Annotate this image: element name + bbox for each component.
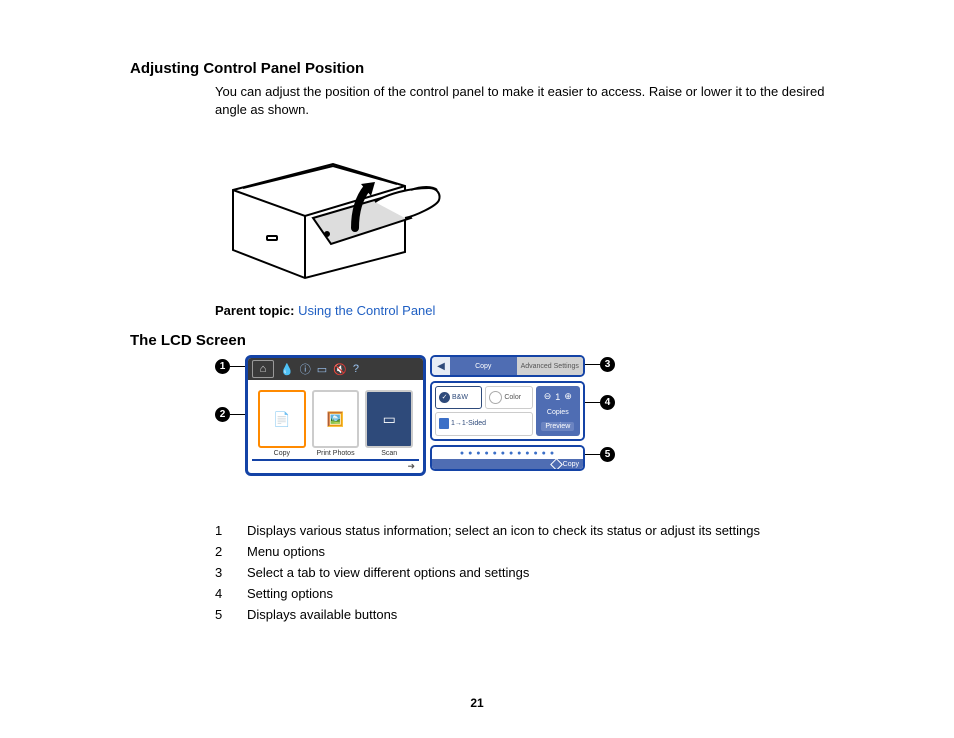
copy-button-label: Copy xyxy=(563,461,579,468)
info-icon: ⓘ xyxy=(300,361,311,377)
ink-icon: 💧 xyxy=(280,363,294,376)
back-icon: ◀ xyxy=(432,357,450,375)
legend-num: 1 xyxy=(215,520,247,541)
callout-5: 5 xyxy=(600,447,615,462)
tab-advanced: Advanced Settings xyxy=(517,357,584,375)
lcd-button-bar: ● ● ● ● ● ● ● ● ● ● ● ● Copy xyxy=(430,445,585,471)
option-sided-label: 1→1-Sided xyxy=(451,420,486,427)
legend-num: 2 xyxy=(215,541,247,562)
tab-copy: Copy xyxy=(450,357,517,375)
callout-3: 3 xyxy=(600,357,615,372)
device-icon: ▭ xyxy=(317,363,327,376)
diamond-icon xyxy=(550,458,563,471)
home-icon: ⌂ xyxy=(252,360,274,378)
parent-topic-link[interactable]: Using the Control Panel xyxy=(298,303,435,318)
lcd-home-screen: ⌂ 💧 ⓘ ▭ 🔇 ? 📄 🖼️ ▭ Copy Print Photos Sca… xyxy=(245,355,426,476)
legend-text: Select a tab to view different options a… xyxy=(247,562,772,583)
help-icon: ? xyxy=(353,363,359,375)
document-icon xyxy=(439,418,449,429)
option-sided: 1→1-Sided xyxy=(435,412,533,437)
callout-5-line xyxy=(585,454,600,455)
parent-topic: Parent topic: Using the Control Panel xyxy=(215,303,874,318)
option-color-label: Color xyxy=(504,394,521,401)
scroll-hint-icon: ➜ xyxy=(248,461,423,474)
label-print-photos: Print Photos xyxy=(312,450,360,457)
section-heading-lcd: The LCD Screen xyxy=(130,332,874,349)
copies-label: Copies xyxy=(547,409,569,416)
legend-row: 2Menu options xyxy=(215,541,772,562)
option-bw-label: B&W xyxy=(452,394,468,401)
legend-row: 5Displays available buttons xyxy=(215,604,772,625)
lcd-settings-panel: ✓ B&W Color 1→1-Sided xyxy=(430,381,585,441)
parent-topic-label: Parent topic: xyxy=(215,303,294,318)
plus-icon: ⊕ xyxy=(564,391,572,402)
section-body-adjusting: You can adjust the position of the contr… xyxy=(215,83,855,118)
tile-print-photos: 🖼️ xyxy=(312,390,360,448)
legend-num: 5 xyxy=(215,604,247,625)
legend-row: 1Displays various status information; se… xyxy=(215,520,772,541)
check-icon: ✓ xyxy=(439,392,450,403)
minus-icon: ⊖ xyxy=(544,391,552,402)
tile-scan: ▭ xyxy=(365,390,413,448)
label-copy: Copy xyxy=(258,450,306,457)
status-bar: ⌂ 💧 ⓘ ▭ 🔇 ? xyxy=(248,358,423,380)
lcd-tab-bar: ◀ Copy Advanced Settings xyxy=(430,355,585,377)
page-number: 21 xyxy=(0,696,954,710)
lcd-diagram: 1 2 ⌂ 💧 ⓘ ▭ 🔇 ? 📄 🖼️ ▭ Copy xyxy=(215,355,615,495)
callout-2: 2 xyxy=(215,407,230,422)
callout-4: 4 xyxy=(600,395,615,410)
option-bw: ✓ B&W xyxy=(435,386,482,409)
callout-3-line xyxy=(585,364,600,365)
legend-table: 1Displays various status information; se… xyxy=(215,520,772,625)
copies-panel: ⊖ 1 ⊕ Copies Preview xyxy=(536,386,580,436)
figure-printer-tilt xyxy=(215,132,874,285)
preview-button: Preview xyxy=(541,422,574,431)
progress-dots: ● ● ● ● ● ● ● ● ● ● ● ● xyxy=(432,447,583,459)
copies-count: 1 xyxy=(555,392,560,402)
legend-num: 4 xyxy=(215,583,247,604)
sound-off-icon: 🔇 xyxy=(333,363,347,376)
callout-1-line xyxy=(230,366,246,367)
legend-num: 3 xyxy=(215,562,247,583)
legend-text: Setting options xyxy=(247,583,772,604)
option-color: Color xyxy=(485,386,532,409)
label-scan: Scan xyxy=(365,450,413,457)
tile-copy: 📄 xyxy=(258,390,306,448)
legend-row: 4Setting options xyxy=(215,583,772,604)
radio-icon xyxy=(489,391,502,404)
callout-1: 1 xyxy=(215,359,230,374)
legend-text: Displays various status information; sel… xyxy=(247,520,772,541)
section-heading-adjusting: Adjusting Control Panel Position xyxy=(130,60,874,77)
callout-2-line xyxy=(230,414,246,415)
callout-4-line xyxy=(585,402,600,403)
legend-text: Menu options xyxy=(247,541,772,562)
legend-text: Displays available buttons xyxy=(247,604,772,625)
legend-row: 3Select a tab to view different options … xyxy=(215,562,772,583)
menu-area: 📄 🖼️ ▭ Copy Print Photos Scan xyxy=(252,384,419,461)
